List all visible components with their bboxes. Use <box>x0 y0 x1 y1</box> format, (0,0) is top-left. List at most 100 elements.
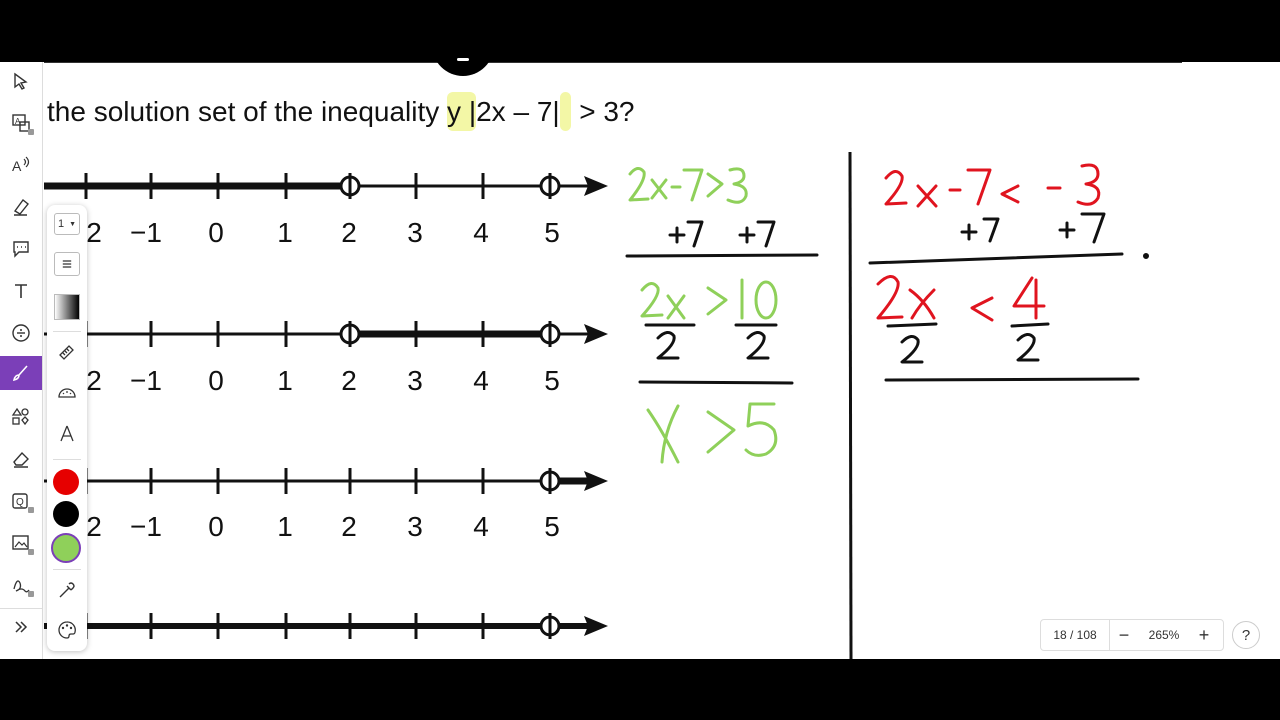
sidebar-divider <box>0 608 42 609</box>
lock-icon <box>28 591 34 597</box>
tick-label: 0 <box>208 217 224 248</box>
text-tool[interactable] <box>0 274 42 308</box>
pen-tool[interactable] <box>0 356 42 390</box>
pen-size-value: 1 <box>58 218 65 230</box>
divide-icon <box>12 324 30 342</box>
tick-label: −1 <box>130 365 162 396</box>
tick-label: 2 <box>86 511 102 542</box>
compass-tool[interactable] <box>47 419 87 449</box>
signature-tool[interactable] <box>0 568 42 602</box>
shapes-tool[interactable] <box>0 400 42 434</box>
tick-label: 1 <box>277 217 293 248</box>
tick-labels-3: 2 −1 0 1 2 3 4 5 <box>86 511 560 542</box>
tray-divider <box>53 331 81 332</box>
highlighter-tool[interactable] <box>0 190 42 224</box>
minimize-icon <box>457 58 469 61</box>
tick-label: 2 <box>341 217 357 248</box>
page-indicator[interactable]: 18 / 108 <box>1041 620 1110 650</box>
tick-label: 2 <box>86 365 102 396</box>
help-button[interactable]: ? <box>1232 621 1260 649</box>
protractor-icon <box>58 388 76 398</box>
opacity-gradient-icon <box>54 294 80 320</box>
tick-label: 1 <box>277 511 293 542</box>
lock-icon <box>28 549 34 555</box>
green-color-swatch-selected[interactable] <box>51 533 81 563</box>
left-toolbar: A A Q <box>0 62 43 659</box>
read-aloud-tool[interactable]: A <box>0 148 42 182</box>
number-lines <box>44 173 608 639</box>
comment-icon <box>13 241 29 258</box>
pen-size-select[interactable]: 1 ▼ <box>47 211 87 237</box>
caret-down-icon: ▼ <box>69 220 76 228</box>
image-tool[interactable] <box>0 526 42 560</box>
green-handwritten-work <box>625 167 819 464</box>
eyedropper-tool[interactable] <box>47 575 87 605</box>
tick-label: 4 <box>473 365 489 396</box>
ink-layer: 2 −1 0 1 2 3 4 5 2 −1 0 1 2 3 4 5 2 −1 0… <box>44 151 1149 659</box>
tick-label: 3 <box>407 217 423 248</box>
red-color-swatch[interactable] <box>53 469 79 495</box>
highlighter-icon <box>13 198 29 216</box>
tick-label: −1 <box>130 511 162 542</box>
pen-options-tray: 1 ▼ <box>47 205 87 651</box>
svg-text:Q: Q <box>16 497 24 508</box>
brush-icon <box>12 365 28 382</box>
ruler-tool[interactable] <box>47 337 87 367</box>
comment-tool[interactable] <box>0 232 42 266</box>
tick-label: 2 <box>341 365 357 396</box>
number-line-1 <box>44 173 608 199</box>
text-icon <box>15 284 27 298</box>
number-line-3 <box>44 468 608 494</box>
tray-divider <box>53 569 81 570</box>
whiteboard-canvas[interactable]: the solution set of the inequality y |2x… <box>0 62 1280 659</box>
quiz-tool[interactable]: Q <box>0 484 42 518</box>
text-recognition-tool[interactable]: A <box>0 106 42 140</box>
tick-label: −1 <box>130 217 162 248</box>
zoom-out-button[interactable]: − <box>1110 620 1138 650</box>
shapes-icon <box>11 407 29 426</box>
tick-label: 0 <box>208 511 224 542</box>
tick-label: 5 <box>544 365 560 396</box>
zoom-level[interactable]: 265% <box>1138 628 1190 642</box>
select-tool[interactable] <box>0 64 42 98</box>
svg-text:A: A <box>12 158 22 174</box>
black-color-swatch[interactable] <box>53 501 79 527</box>
tick-label: 5 <box>544 217 560 248</box>
work-divider <box>848 151 853 659</box>
double-chevron-right-icon <box>15 621 28 633</box>
zoom-in-button[interactable]: + <box>1190 620 1218 650</box>
tick-labels-1: 2 −1 0 1 2 3 4 5 <box>86 217 560 248</box>
opacity-control[interactable] <box>47 293 87 321</box>
tick-label: 0 <box>208 365 224 396</box>
compass-icon <box>60 425 74 442</box>
expand-toolbar-button[interactable] <box>0 610 42 644</box>
tick-labels-2: 2 −1 0 1 2 3 4 5 <box>86 365 560 396</box>
eraser-tool[interactable] <box>0 442 42 476</box>
math-tool[interactable] <box>0 316 42 350</box>
tray-divider <box>53 459 81 460</box>
number-line-2 <box>44 321 608 347</box>
tick-label: 5 <box>544 511 560 542</box>
cursor-icon <box>14 72 28 90</box>
tick-label: 4 <box>473 511 489 542</box>
ruler-icon <box>59 345 74 360</box>
tick-label: 1 <box>277 365 293 396</box>
line-style-select[interactable] <box>47 251 87 277</box>
tick-label: 2 <box>341 511 357 542</box>
color-palette-button[interactable] <box>47 615 87 645</box>
eyedropper-icon <box>59 582 75 598</box>
lines-icon <box>62 260 72 268</box>
eraser-icon <box>13 451 29 468</box>
speech-icon: A <box>12 156 30 174</box>
tick-label: 3 <box>407 511 423 542</box>
page-zoom-control: 18 / 108 − 265% + <box>1040 619 1224 651</box>
protractor-tool[interactable] <box>47 377 87 407</box>
tick-label: 3 <box>407 365 423 396</box>
lock-icon <box>28 507 34 513</box>
lock-icon <box>28 129 34 135</box>
tick-label: 4 <box>473 217 489 248</box>
palette-icon <box>58 621 76 639</box>
red-handwritten-work <box>868 163 1149 382</box>
number-line-4 <box>44 613 608 639</box>
tick-label: 2 <box>86 217 102 248</box>
